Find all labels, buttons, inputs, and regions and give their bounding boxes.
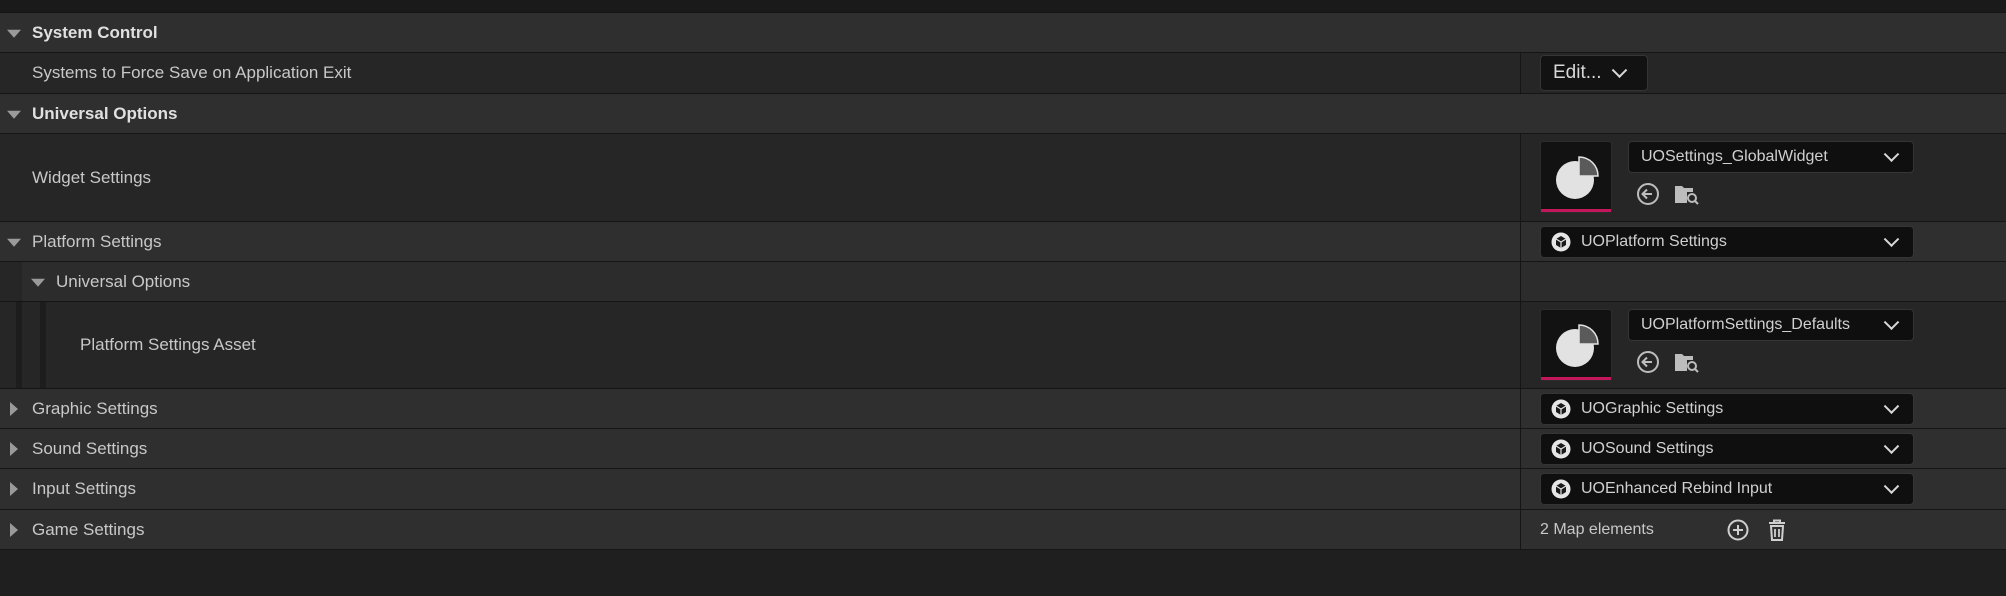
pie-chart-icon	[1556, 156, 1599, 199]
top-strip	[0, 0, 2006, 12]
indent-guide	[40, 302, 46, 389]
category-label: Sound Settings	[32, 438, 148, 458]
category-platform-settings[interactable]: Platform Settings UOPlatform Settings	[0, 221, 2006, 261]
indent-guide	[0, 262, 22, 302]
asset-value: UOPlatformSettings_Defaults	[1641, 316, 1850, 333]
category-label: System Control	[32, 22, 158, 42]
add-element-icon[interactable]	[1725, 517, 1751, 543]
class-picker-combo[interactable]: UOGraphic Settings	[1540, 393, 1914, 425]
trash-icon[interactable]	[1764, 517, 1790, 543]
category-game-settings[interactable]: Game Settings 2 Map elements	[0, 509, 2006, 550]
details-panel: System Control Systems to Force Save on …	[0, 0, 2006, 596]
chevron-down-icon	[1883, 398, 1900, 415]
category-sound-settings[interactable]: Sound Settings UOSound Settings	[0, 428, 2006, 468]
category-input-settings[interactable]: Input Settings UOEnhanced Rebind Input	[0, 468, 2006, 509]
category-platform-universal-options[interactable]: Universal Options	[0, 261, 2006, 302]
class-value: UOSound Settings	[1581, 440, 1714, 457]
cube-circle-icon	[1551, 232, 1571, 252]
cube-circle-icon	[1551, 399, 1571, 419]
browse-folder-search-icon[interactable]	[1673, 349, 1699, 375]
use-selected-arrow-icon[interactable]	[1635, 349, 1661, 375]
category-universal-options[interactable]: Universal Options	[0, 93, 2006, 133]
category-label: Universal Options	[32, 103, 178, 123]
cube-circle-icon	[1551, 439, 1571, 459]
chevron-down-icon	[1883, 478, 1900, 495]
asset-value: UOSettings_GlobalWidget	[1641, 148, 1828, 165]
asset-thumbnail[interactable]	[1540, 141, 1612, 213]
category-label: Universal Options	[56, 271, 191, 291]
asset-picker-combo[interactable]: UOSettings_GlobalWidget	[1628, 141, 1914, 173]
property-label: Systems to Force Save on Application Exi…	[32, 63, 352, 82]
chevron-down-icon	[1883, 314, 1900, 331]
class-picker-combo[interactable]: UOPlatform Settings	[1540, 226, 1914, 258]
category-label: Graphic Settings	[32, 398, 158, 418]
property-label: Widget Settings	[32, 167, 152, 187]
property-row-systems-to-force-save: Systems to Force Save on Application Exi…	[0, 52, 2006, 93]
expand-arrow-icon[interactable]	[7, 110, 21, 119]
chevron-down-icon	[1883, 231, 1900, 248]
collapse-arrow-icon[interactable]	[10, 522, 18, 537]
class-picker-combo[interactable]: UOEnhanced Rebind Input	[1540, 473, 1914, 505]
cube-circle-icon	[1551, 479, 1571, 499]
column-divider[interactable]	[1520, 52, 1521, 93]
column-divider[interactable]	[1520, 133, 1521, 550]
expand-arrow-icon[interactable]	[7, 238, 21, 247]
chevron-down-icon	[1611, 62, 1628, 79]
property-row-widget-settings: Widget Settings UOSettings_GlobalWidget	[0, 133, 2006, 221]
map-element-count: 2 Map elements	[1540, 520, 1654, 538]
expand-arrow-icon[interactable]	[7, 29, 21, 38]
class-value: UOEnhanced Rebind Input	[1581, 480, 1773, 497]
chevron-down-icon	[1883, 438, 1900, 455]
category-graphic-settings[interactable]: Graphic Settings UOGraphic Settings	[0, 388, 2006, 428]
class-picker-combo[interactable]: UOSound Settings	[1540, 433, 1914, 465]
collapse-arrow-icon[interactable]	[10, 441, 18, 456]
edit-dropdown-button[interactable]: Edit...	[1540, 55, 1648, 91]
category-system-control[interactable]: System Control	[0, 12, 2006, 52]
edit-button-label: Edit...	[1553, 62, 1602, 83]
use-selected-arrow-icon[interactable]	[1635, 181, 1661, 207]
category-label: Game Settings	[32, 519, 145, 539]
thumbnail-accent	[1541, 209, 1611, 212]
collapse-arrow-icon[interactable]	[10, 401, 18, 416]
asset-thumbnail[interactable]	[1540, 309, 1612, 381]
category-label: Input Settings	[32, 479, 136, 498]
property-row-platform-settings-asset: Platform Settings Asset UOPlatformSettin…	[0, 301, 2006, 389]
browse-folder-search-icon[interactable]	[1673, 181, 1699, 207]
category-label: Platform Settings	[32, 231, 162, 251]
pie-chart-icon	[1556, 324, 1599, 367]
class-value: UOGraphic Settings	[1581, 400, 1724, 417]
collapse-arrow-icon[interactable]	[10, 482, 18, 496]
indent-guide	[16, 302, 22, 389]
class-value: UOPlatform Settings	[1581, 233, 1727, 250]
chevron-down-icon	[1883, 146, 1900, 163]
thumbnail-accent	[1541, 377, 1611, 380]
property-label: Platform Settings Asset	[80, 335, 256, 354]
expand-arrow-icon[interactable]	[31, 278, 45, 287]
asset-picker-combo[interactable]: UOPlatformSettings_Defaults	[1628, 309, 1914, 341]
